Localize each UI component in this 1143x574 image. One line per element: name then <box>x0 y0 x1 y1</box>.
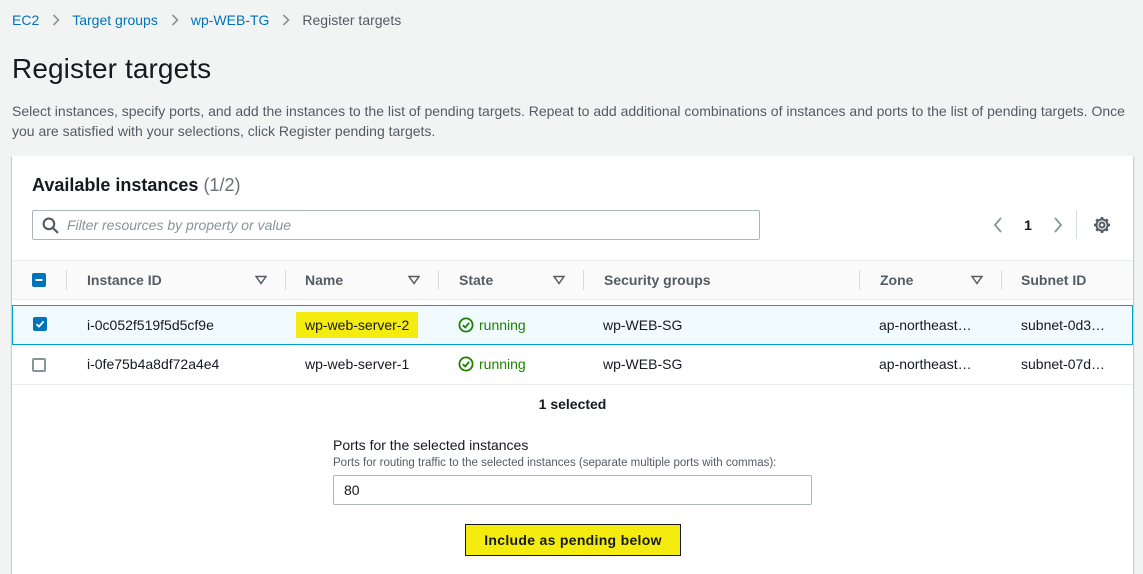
available-instances-panel: Available instances (1/2) 1 Instance I <box>12 156 1133 574</box>
breadcrumb-target-groups[interactable]: Target groups <box>72 12 158 28</box>
ports-label: Ports for the selected instances <box>333 437 529 453</box>
chevron-left-icon <box>993 217 1002 233</box>
column-divider[interactable] <box>1001 270 1002 290</box>
column-header-instance-id[interactable]: Instance ID <box>87 261 162 299</box>
pagination: 1 <box>987 214 1069 236</box>
page-description: Select instances, specify ports, and add… <box>12 103 1125 139</box>
column-header-state[interactable]: State <box>459 261 493 299</box>
security-group: wp-WEB-SG <box>603 317 683 333</box>
security-group: wp-WEB-SG <box>603 356 683 372</box>
sort-caret-icon[interactable] <box>255 275 267 285</box>
instance-name: wp-web-server-1 <box>305 356 410 372</box>
state-label: running <box>479 317 526 333</box>
settings-button[interactable] <box>1091 214 1113 236</box>
breadcrumb-current: Register targets <box>302 12 402 28</box>
column-divider[interactable] <box>285 270 286 290</box>
zone: ap-northeast… <box>879 317 972 333</box>
filter-input[interactable] <box>67 211 747 239</box>
chevron-right-icon <box>282 14 291 26</box>
chevron-right-icon <box>171 14 179 26</box>
table-row[interactable]: i-0c052f519f5d5cf9e wp-web-server-2 runn… <box>12 305 1133 345</box>
zone: ap-northeast… <box>879 356 972 372</box>
column-divider[interactable] <box>438 270 439 290</box>
sort-caret-icon[interactable] <box>408 275 420 285</box>
page-number[interactable]: 1 <box>1017 217 1039 233</box>
instance-name: wp-web-server-2 <box>296 312 419 338</box>
column-header-subnet-id[interactable]: Subnet ID <box>1021 261 1086 299</box>
row-checkbox[interactable] <box>33 317 47 331</box>
chevron-right-icon <box>52 14 60 26</box>
sort-caret-icon[interactable] <box>971 275 983 285</box>
panel-title: Available instances (1/2) <box>32 175 240 196</box>
ports-input[interactable] <box>333 475 812 505</box>
breadcrumb-target-group[interactable]: wp-WEB-TG <box>191 12 270 28</box>
instance-state: running <box>458 345 526 383</box>
search-icon <box>42 217 59 234</box>
sort-caret-icon[interactable] <box>553 275 565 285</box>
select-all-checkbox[interactable] <box>32 273 46 287</box>
table-header: Instance ID Name State Security groups Z… <box>12 260 1133 300</box>
indeterminate-icon <box>35 279 43 281</box>
pager-divider <box>1076 211 1077 239</box>
column-header-zone[interactable]: Zone <box>880 261 913 299</box>
previous-page-button[interactable] <box>987 214 1009 236</box>
row-checkbox[interactable] <box>32 358 46 372</box>
breadcrumb: EC2 Target groups wp-WEB-TG Register tar… <box>12 11 401 29</box>
selection-count: (1/2) <box>203 175 241 195</box>
status-running-icon <box>458 356 474 372</box>
instance-id: i-0c052f519f5d5cf9e <box>87 317 214 333</box>
panel-title-text: Available instances <box>32 175 199 195</box>
instance-state: running <box>458 306 526 344</box>
gear-icon <box>1094 217 1110 233</box>
column-divider[interactable] <box>859 270 860 290</box>
column-divider[interactable] <box>583 270 584 290</box>
column-divider <box>66 270 67 290</box>
state-label: running <box>479 356 526 372</box>
checkmark-icon <box>35 320 45 328</box>
include-as-pending-button[interactable]: Include as pending below <box>465 524 681 556</box>
ports-hint: Ports for routing traffic to the selecte… <box>333 457 777 469</box>
instance-id: i-0fe75b4a8df72a4e4 <box>87 356 220 372</box>
column-header-security-groups[interactable]: Security groups <box>604 261 711 299</box>
selected-count: 1 selected <box>538 396 607 412</box>
filter-box <box>32 210 760 240</box>
chevron-right-icon <box>1054 217 1063 233</box>
status-running-icon <box>458 317 474 333</box>
table-row[interactable]: i-0fe75b4a8df72a4e4 wp-web-server-1 runn… <box>12 345 1133 385</box>
subnet-id: subnet-07d… <box>1021 356 1106 372</box>
column-header-name[interactable]: Name <box>305 261 343 299</box>
page-title: Register targets <box>12 53 212 84</box>
subnet-id: subnet-0d3… <box>1021 317 1106 333</box>
next-page-button[interactable] <box>1047 214 1069 236</box>
breadcrumb-ec2[interactable]: EC2 <box>12 12 39 28</box>
